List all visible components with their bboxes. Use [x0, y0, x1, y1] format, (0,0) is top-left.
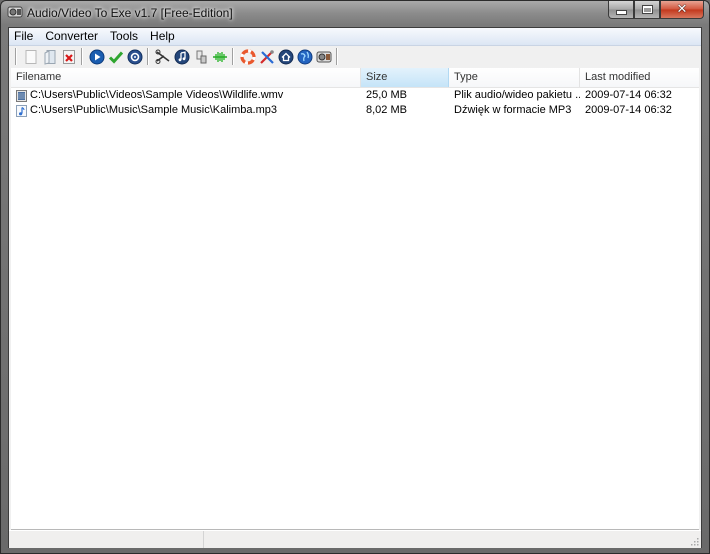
film-reel-icon[interactable] — [7, 5, 23, 19]
close-icon: ✕ — [676, 2, 688, 17]
type-cell: Plik audio/wideo pakietu ... — [454, 89, 580, 101]
about-button[interactable] — [314, 47, 333, 66]
column-header-filename[interactable]: Filename — [11, 68, 361, 87]
column-header-type[interactable]: Type — [449, 68, 580, 87]
toolbar-separator — [147, 48, 149, 65]
menu-converter[interactable]: Converter — [39, 28, 104, 45]
column-header-last-modified[interactable]: Last modified — [580, 68, 699, 87]
menu-help[interactable]: Help — [144, 28, 181, 45]
new-button[interactable] — [21, 47, 40, 66]
settings-disc-icon — [127, 49, 142, 64]
app-window: Audio/Video To Exe v1.7 [Free-Edition] ✕… — [0, 0, 710, 554]
toolbar-separator — [15, 48, 17, 65]
toolbar — [9, 46, 701, 67]
file-list[interactable]: Filename Size Type Last modified C:\User… — [11, 68, 699, 531]
home-button[interactable] — [276, 47, 295, 66]
delete-icon — [62, 49, 75, 64]
help-button[interactable] — [238, 47, 257, 66]
waveform-button[interactable] — [210, 47, 229, 66]
maximize-icon — [641, 5, 653, 14]
menu-bar: File Converter Tools Help — [9, 28, 701, 46]
open-file-button[interactable] — [40, 47, 59, 66]
size-cell: 25,0 MB — [366, 89, 407, 101]
music-note-icon — [174, 49, 189, 64]
video-file-icon — [16, 89, 27, 102]
menu-tools[interactable]: Tools — [104, 28, 144, 45]
filename-cell: C:\Users\Public\Music\Sample Music\Kalim… — [30, 104, 277, 116]
status-bar — [9, 530, 701, 548]
minimize-button[interactable] — [608, 1, 634, 19]
check-button[interactable] — [106, 47, 125, 66]
modified-cell: 2009-07-14 06:32 — [585, 104, 672, 116]
device-icon — [196, 50, 206, 63]
maximize-button[interactable] — [634, 1, 660, 19]
filename-cell: C:\Users\Public\Videos\Sample Videos\Wil… — [30, 89, 284, 101]
modified-cell: 2009-07-14 06:32 — [585, 89, 672, 101]
play-button[interactable] — [87, 47, 106, 66]
music-button[interactable] — [172, 47, 191, 66]
globe-icon — [297, 49, 312, 64]
list-header: Filename Size Type Last modified — [11, 68, 699, 88]
window-title: Audio/Video To Exe v1.7 [Free-Edition] — [27, 6, 233, 20]
client-area: File Converter Tools Help Filename Size … — [8, 27, 702, 548]
device-button[interactable] — [191, 47, 210, 66]
play-icon — [89, 49, 104, 64]
cut-icon — [155, 49, 169, 64]
waveform-icon — [212, 51, 227, 62]
table-row[interactable]: C:\Users\Public\Music\Sample Music\Kalim… — [11, 103, 699, 118]
resize-grip-icon[interactable] — [689, 536, 699, 546]
tools-button[interactable] — [257, 47, 276, 66]
check-icon — [108, 51, 123, 64]
film-reel-icon — [316, 51, 331, 62]
menu-file[interactable]: File — [9, 28, 39, 45]
new-icon — [25, 49, 36, 64]
website-button[interactable] — [295, 47, 314, 66]
minimize-icon — [615, 10, 627, 15]
toolbar-separator — [81, 48, 83, 65]
close-button[interactable]: ✕ — [660, 1, 704, 19]
toolbar-separator — [336, 48, 338, 65]
open-file-icon — [44, 49, 55, 65]
table-row[interactable]: C:\Users\Public\Videos\Sample Videos\Wil… — [11, 88, 699, 103]
settings-button[interactable] — [125, 47, 144, 66]
status-panel-2 — [204, 531, 701, 548]
help-lifebuoy-icon — [239, 48, 256, 65]
status-panel-1 — [9, 531, 204, 548]
cut-button[interactable] — [153, 47, 172, 66]
size-cell: 8,02 MB — [366, 104, 407, 116]
delete-button[interactable] — [59, 47, 78, 66]
tools-icon — [259, 49, 274, 64]
column-header-size[interactable]: Size — [361, 68, 449, 87]
title-bar[interactable]: Audio/Video To Exe v1.7 [Free-Edition] ✕ — [1, 1, 709, 25]
type-cell: Dźwięk w formacie MP3 — [454, 104, 572, 116]
audio-file-icon — [16, 104, 27, 117]
home-icon — [278, 49, 293, 64]
toolbar-separator — [232, 48, 234, 65]
